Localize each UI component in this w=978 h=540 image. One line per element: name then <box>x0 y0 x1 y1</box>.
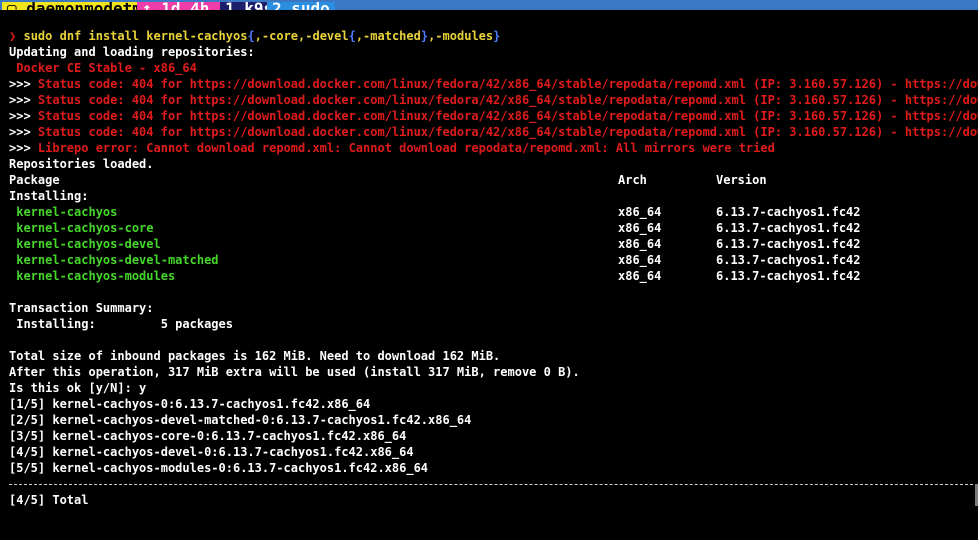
package-version: 6.13.7-cachyos1.fc42 <box>716 269 861 283</box>
total-progress: [4/5] Total <box>9 493 89 507</box>
brace-close-2: } <box>493 29 501 43</box>
brace-open: { <box>247 29 255 43</box>
brace-open-2: { <box>348 29 356 43</box>
terminal-pane[interactable]: ❯ sudo dnf install kernel-cachyos{,-core… <box>0 10 978 540</box>
header-arch: Arch <box>618 173 647 187</box>
repos-loaded-text: Repositories loaded. <box>9 157 154 171</box>
status-text: Status code: 404 for https://download.do… <box>37 125 978 139</box>
table-row: kernel-cachyos-devel-matched x86_64 6.13… <box>9 252 969 268</box>
summary-after-operation: After this operation, 317 MiB extra will… <box>9 365 580 379</box>
package-name: kernel-cachyos-devel <box>9 237 161 251</box>
status-text: Status code: 404 for https://download.do… <box>37 93 978 107</box>
package-name: kernel-cachyos-modules <box>9 269 176 283</box>
librepo-error-line: >>> Librepo error: Cannot download repom… <box>9 140 775 156</box>
status-text: Status code: 404 for https://download.do… <box>37 77 978 91</box>
summary-total-size: Total size of inbound packages is 162 Mi… <box>9 349 501 363</box>
package-arch: x86_64 <box>618 237 662 251</box>
status-line: >>> Status code: 404 for https://downloa… <box>9 76 978 92</box>
repo-name: Docker CE Stable - x86_64 <box>9 61 197 75</box>
package-arch: x86_64 <box>618 253 662 267</box>
installing-label: Installing: <box>9 189 89 203</box>
command-text: sudo dnf install kernel-cachyos <box>23 29 248 43</box>
status-text: Status code: 404 for https://download.do… <box>37 109 978 123</box>
package-name: kernel-cachyos-core <box>9 221 154 235</box>
status-prefix: >>> <box>9 125 38 139</box>
status-line: >>> Status code: 404 for https://downloa… <box>9 108 978 124</box>
progress-line: [4/5] kernel-cachyos-devel-0:6.13.7-cach… <box>9 445 414 459</box>
table-row: kernel-cachyos-core x86_64 6.13.7-cachyo… <box>9 220 969 236</box>
progress-line: [3/5] kernel-cachyos-core-0:6.13.7-cachy… <box>9 429 407 443</box>
table-header: Package Arch Version <box>9 172 969 188</box>
package-version: 6.13.7-cachyos1.fc42 <box>716 253 861 267</box>
brace-content-1: ,-core,-devel <box>254 29 349 43</box>
brace-close-1: } <box>420 29 429 43</box>
package-name: kernel-cachyos-devel-matched <box>9 253 219 267</box>
status-prefix: >>> <box>9 109 38 123</box>
progress-line: [5/5] kernel-cachyos-modules-0:6.13.7-ca… <box>9 461 429 475</box>
table-row: kernel-cachyos-devel x86_64 6.13.7-cachy… <box>9 236 969 252</box>
summary-installing: Installing: 5 packages <box>9 317 233 331</box>
package-version: 6.13.7-cachyos1.fc42 <box>716 221 861 235</box>
confirm-prompt: Is this ok [y/N]: y <box>9 381 147 395</box>
header-version: Version <box>716 173 767 187</box>
brace-content-2: ,-matched <box>355 29 421 43</box>
header-package: Package <box>9 173 60 187</box>
progress-line: [1/5] kernel-cachyos-0:6.13.7-cachyos1.f… <box>9 397 371 411</box>
package-arch: x86_64 <box>618 205 662 219</box>
status-prefix: >>> <box>9 93 38 107</box>
package-arch: x86_64 <box>618 269 662 283</box>
package-version: 6.13.7-cachyos1.fc42 <box>716 237 861 251</box>
prompt-symbol: ❯ <box>9 29 17 43</box>
table-row: kernel-cachyos-modules x86_64 6.13.7-cac… <box>9 268 969 284</box>
command-line: ❯ sudo dnf install kernel-cachyos{,-core… <box>9 28 500 44</box>
table-row: kernel-cachyos x86_64 6.13.7-cachyos1.fc… <box>9 204 969 220</box>
updating-text: Updating and loading repositories: <box>9 45 255 59</box>
brace-content-3: ,-modules <box>428 29 494 43</box>
progress-line: [2/5] kernel-cachyos-devel-matched-0:6.1… <box>9 413 472 427</box>
status-prefix: >>> <box>9 141 38 155</box>
status-line: >>> Status code: 404 for https://downloa… <box>9 92 978 108</box>
package-arch: x86_64 <box>618 221 662 235</box>
librepo-error-text: Librepo error: Cannot download repomd.xm… <box>37 141 775 155</box>
separator-rule <box>9 484 978 485</box>
status-line: >>> Status code: 404 for https://downloa… <box>9 124 978 140</box>
summary-title: Transaction Summary: <box>9 301 154 315</box>
package-name: kernel-cachyos <box>9 205 118 219</box>
package-version: 6.13.7-cachyos1.fc42 <box>716 205 861 219</box>
status-prefix: >>> <box>9 77 38 91</box>
